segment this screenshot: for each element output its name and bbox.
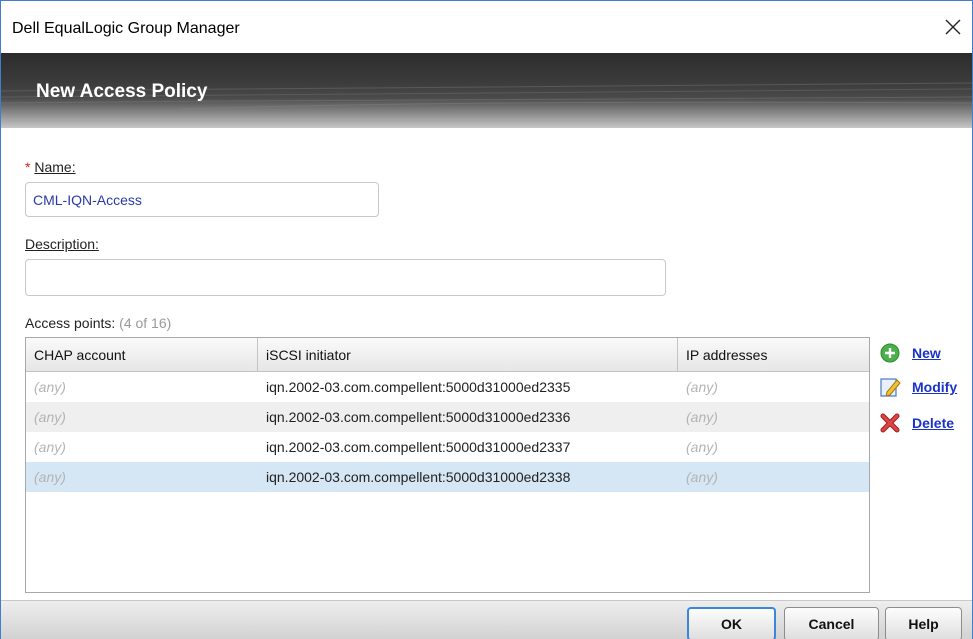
delete-icon (879, 412, 901, 434)
new-label: New (912, 345, 941, 361)
chap-cell: (any) (34, 469, 66, 485)
ip-cell: (any) (686, 379, 718, 395)
required-mark: * (25, 159, 31, 175)
ok-button[interactable]: OK (687, 607, 776, 639)
name-label: Name: (34, 159, 76, 175)
dialog-window: Dell EqualLogic Group Manager New Access… (0, 0, 973, 639)
window-title: Dell EqualLogic Group Manager (12, 20, 240, 37)
table-row-selected[interactable]: (any) iqn.2002-03.com.compellent:5000d31… (26, 462, 869, 492)
initiator-cell: iqn.2002-03.com.compellent:5000d31000ed2… (266, 409, 571, 425)
access-points-label-group: Access points: (4 of 16) (25, 315, 171, 331)
edit-icon (879, 376, 901, 398)
column-header-initiator[interactable]: iSCSI initiator (258, 338, 678, 371)
table-row[interactable]: (any) iqn.2002-03.com.compellent:5000d31… (26, 372, 869, 402)
ip-cell: (any) (686, 439, 718, 455)
name-label-group: * Name: (25, 159, 76, 175)
dialog-heading: New Access Policy (36, 81, 208, 102)
column-header-chap[interactable]: CHAP account (26, 338, 258, 371)
close-icon[interactable] (940, 14, 966, 40)
access-points-count: (4 of 16) (119, 315, 172, 331)
initiator-cell: iqn.2002-03.com.compellent:5000d31000ed2… (266, 469, 571, 485)
ip-cell: (any) (686, 469, 718, 485)
chap-cell: (any) (34, 439, 66, 455)
header-banner: New Access Policy (1, 53, 972, 128)
add-icon (879, 342, 901, 364)
table-row[interactable]: (any) iqn.2002-03.com.compellent:5000d31… (26, 432, 869, 462)
initiator-cell: iqn.2002-03.com.compellent:5000d31000ed2… (266, 379, 571, 395)
ip-cell: (any) (686, 409, 718, 425)
column-header-ip[interactable]: IP addresses (678, 338, 869, 371)
cancel-button[interactable]: Cancel (784, 607, 879, 639)
chap-cell: (any) (34, 379, 66, 395)
initiator-cell: iqn.2002-03.com.compellent:5000d31000ed2… (266, 439, 571, 455)
title-bar: Dell EqualLogic Group Manager (1, 1, 972, 53)
table-header: CHAP account iSCSI initiator IP addresse… (26, 338, 869, 372)
access-points-label: Access points: (25, 315, 116, 331)
modify-label: Modify (912, 379, 958, 395)
chap-cell: (any) (34, 409, 66, 425)
help-button[interactable]: Help (885, 607, 962, 639)
name-input[interactable] (25, 182, 379, 217)
table-row[interactable]: (any) iqn.2002-03.com.compellent:5000d31… (26, 402, 869, 432)
description-input[interactable] (25, 259, 666, 296)
access-points-table: CHAP account iSCSI initiator IP addresse… (25, 337, 870, 593)
delete-label: Delete (912, 415, 955, 431)
description-label: Description: (25, 236, 99, 252)
